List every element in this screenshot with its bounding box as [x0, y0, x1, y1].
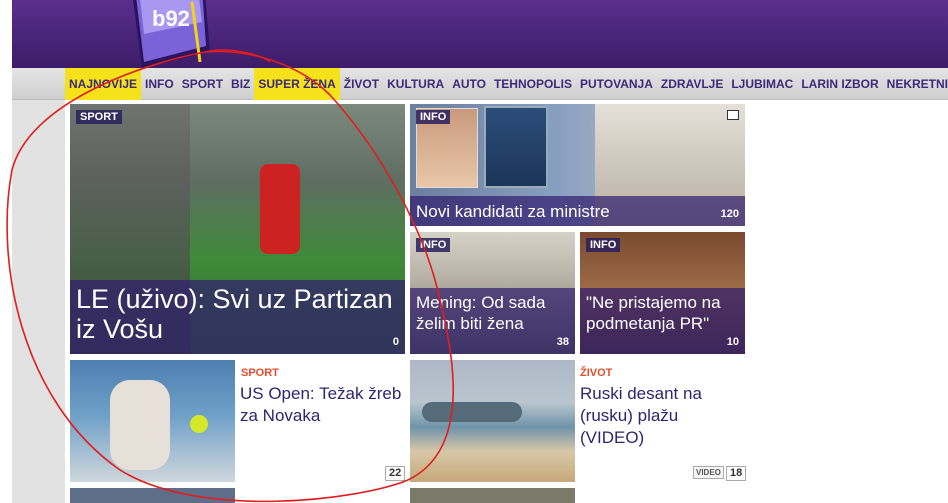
novak-photo[interactable]	[70, 360, 235, 482]
nav-item-najnovije[interactable]: NAJNOVIJE	[65, 67, 142, 100]
comment-count[interactable]: 22	[385, 466, 406, 481]
story-title[interactable]: "Ne pristajemo na podmetanja PR"	[586, 292, 739, 334]
tile-pr[interactable]: INFO "Ne pristajemo na podmetanja PR" 10	[580, 232, 745, 354]
left-rail	[12, 100, 65, 503]
category-badge: INFO	[416, 238, 451, 252]
tile-ministers[interactable]: INFO Novi kandidati za ministre 120	[410, 104, 745, 226]
player-figure	[110, 380, 170, 470]
story-title[interactable]: Novi kandidati za ministre	[416, 201, 739, 222]
tile-main-story[interactable]: SPORT LE (uživo): Svi uz Partizan iz Voš…	[70, 104, 405, 354]
article-title[interactable]: Ruski desant na (rusku) plažu (VIDEO)	[580, 383, 745, 449]
next-tile-peek	[410, 488, 575, 503]
article-title[interactable]: US Open: Težak žreb za Novaka	[240, 383, 405, 427]
article-category: ŽIVOT	[580, 367, 613, 379]
b92-logo[interactable]: b92	[122, 0, 214, 74]
category-badge: SPORT	[76, 110, 122, 124]
story-title[interactable]: LE (uživo): Svi uz Partizan iz Vošu	[76, 284, 399, 344]
page: b92 NAJNOVIJE INFO SPORT BIZ SUPER ŽENA …	[0, 0, 948, 503]
nav-item-ljubimac[interactable]: LJUBIMAC	[727, 68, 797, 100]
tennis-ball	[190, 415, 208, 433]
nav-item-larin-izbor[interactable]: LARIN IZBOR	[797, 68, 882, 100]
category-badge: INFO	[586, 238, 621, 252]
portrait-man	[484, 106, 548, 188]
site-header: b92	[12, 0, 948, 68]
video-badge: VIDEO	[693, 466, 724, 479]
nav-item-zivot[interactable]: ŽIVOT	[340, 68, 383, 100]
comment-count[interactable]: 0	[393, 336, 399, 348]
category-badge: INFO	[416, 110, 451, 124]
caption-bar: Mening: Od sada želim biti žena	[410, 288, 575, 354]
caption-bar: "Ne pristajemo na podmetanja PR"	[580, 288, 745, 354]
player-shirt	[260, 164, 300, 254]
nav-item-kultura[interactable]: KULTURA	[383, 68, 448, 100]
logo-text: b92	[152, 6, 190, 31]
tile-manning[interactable]: INFO Mening: Od sada želim biti žena 38	[410, 232, 575, 354]
caption-bar: LE (uživo): Svi uz Partizan iz Vošu	[70, 280, 405, 354]
comment-count[interactable]: 10	[727, 336, 739, 348]
nav-item-putovanja[interactable]: PUTOVANJA	[576, 68, 657, 100]
hovercraft	[422, 402, 522, 422]
beach-photo[interactable]	[410, 360, 575, 482]
nav-item-biz[interactable]: BIZ	[227, 68, 254, 100]
next-tile-peek	[70, 488, 235, 503]
nav-item-info[interactable]: INFO	[141, 68, 178, 100]
comment-count[interactable]: 18	[726, 466, 747, 481]
nav-item-sport[interactable]: SPORT	[178, 68, 227, 100]
gallery-icon	[727, 110, 739, 120]
main-nav: NAJNOVIJE INFO SPORT BIZ SUPER ŽENA ŽIVO…	[12, 67, 948, 100]
comment-count[interactable]: 120	[721, 208, 739, 220]
nav-item-tehnopolis[interactable]: TEHNOPOLIS	[490, 68, 576, 100]
story-title[interactable]: Mening: Od sada želim biti žena	[416, 292, 569, 334]
nav-item-zdravlje[interactable]: ZDRAVLJE	[657, 68, 727, 100]
comment-count[interactable]: 38	[557, 336, 569, 348]
nav-item-auto[interactable]: AUTO	[448, 68, 490, 100]
caption-bar: Novi kandidati za ministre	[410, 196, 745, 226]
nav-item-nekretnine[interactable]: NEKRETNINE	[883, 68, 948, 100]
article-category: SPORT	[241, 367, 279, 379]
nav-item-super-zena[interactable]: SUPER ŽENA	[254, 67, 340, 100]
